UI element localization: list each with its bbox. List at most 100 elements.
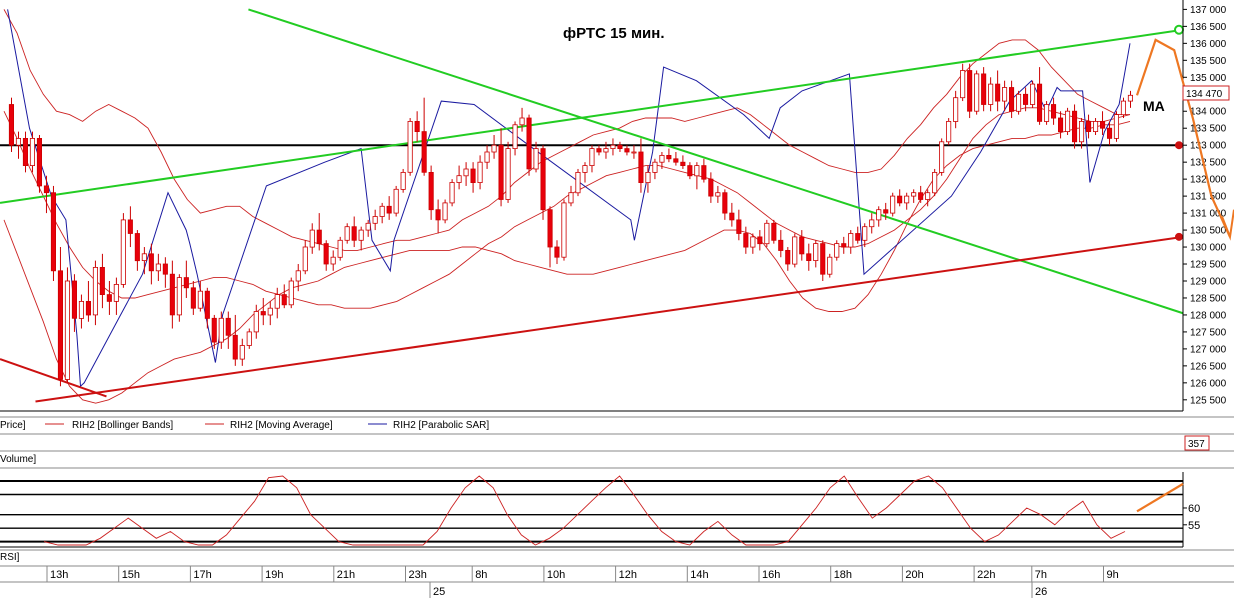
price-tick-label: 135 500	[1190, 56, 1227, 67]
legend-price: Price]	[0, 420, 26, 431]
price-tick-label: 131 500	[1190, 192, 1227, 203]
legend: Price] RIH2 [Bollinger Bands] RIH2 [Movi…	[0, 420, 489, 431]
chart-title: фРТС 15 мин.	[563, 25, 665, 42]
time-tick-label: 18h	[834, 569, 852, 581]
candle-bull	[407, 121, 413, 173]
time-tick-label: 21h	[337, 569, 355, 581]
candle-bull	[904, 195, 910, 204]
candle-bull	[379, 205, 385, 217]
candle-bear	[1107, 127, 1113, 139]
candle-bear	[897, 195, 903, 204]
price-tick-label: 127 500	[1190, 327, 1227, 338]
price-tick-label: 132 500	[1190, 158, 1227, 169]
candle-bear	[323, 243, 329, 265]
time-tick-label: 8h	[475, 569, 487, 581]
candle-bear	[1072, 110, 1078, 143]
rsi-line	[43, 475, 1126, 546]
candle-bull	[813, 243, 819, 262]
candle-bear	[995, 83, 1001, 102]
candle-bear	[1058, 117, 1064, 133]
candle-bull	[1002, 87, 1008, 102]
price-tick-label: 129 000	[1190, 276, 1227, 287]
candle-bull	[834, 243, 840, 258]
candle-bull	[491, 144, 497, 153]
time-tick-label: 15h	[122, 569, 140, 581]
candle-bull	[876, 209, 882, 221]
candle-bull	[155, 263, 161, 272]
price-tick-label: 130 500	[1190, 226, 1227, 237]
green-line-anchor	[1174, 24, 1184, 35]
candle-bull	[295, 270, 301, 282]
candle-bull	[960, 70, 966, 99]
candle-bull	[442, 202, 448, 221]
rsi-tick-label: 60	[1188, 503, 1200, 515]
date-tick-label: 26	[1035, 586, 1047, 598]
candle-bull	[631, 151, 637, 154]
candle-bull	[764, 222, 770, 245]
candle-bear	[134, 233, 140, 262]
rsi-forecast-arrow	[1136, 482, 1184, 513]
candle-bear	[722, 192, 728, 214]
candle-bull	[78, 300, 85, 319]
candle-bear	[526, 117, 532, 170]
candle-bull	[64, 280, 71, 380]
legend-ma: RIH2 [Moving Average]	[230, 420, 333, 431]
candle-bear	[43, 185, 49, 194]
time-tick-label: 22h	[977, 569, 995, 581]
last-price-label: 134 470	[1186, 89, 1223, 100]
price-tick-label: 130 000	[1190, 243, 1227, 254]
candle-bull	[344, 226, 350, 241]
candle-bear	[680, 161, 686, 166]
candle-bull	[267, 307, 273, 316]
candle-bear	[883, 209, 889, 214]
candle-bear	[225, 317, 231, 336]
time-tick-label: 17h	[193, 569, 211, 581]
candle-bear	[421, 131, 427, 173]
candle-bull	[365, 222, 371, 231]
candle-bear	[204, 290, 210, 319]
candle-bull	[1030, 83, 1036, 105]
candle-bear	[470, 168, 476, 184]
trend-lines	[0, 8, 1184, 403]
candle-bear	[806, 253, 812, 262]
legend-bollinger: RIH2 [Bollinger Bands]	[72, 420, 173, 431]
candle-bull	[29, 137, 35, 166]
price-tick-label: 133 000	[1190, 141, 1227, 152]
candle-bear	[127, 219, 133, 234]
candle-bear	[624, 148, 630, 153]
candle-bull	[1120, 100, 1127, 116]
candle-bull	[505, 148, 511, 200]
candle-bear	[435, 209, 441, 221]
candle-bear	[820, 243, 826, 275]
candle-bull	[561, 202, 567, 258]
candle-bear	[148, 253, 154, 272]
candle-bear	[414, 121, 420, 133]
candle-bear	[36, 137, 42, 187]
time-tick-label: 9h	[1107, 569, 1119, 581]
candle-bull	[582, 165, 588, 173]
candle-bull	[449, 182, 455, 204]
candle-bear	[554, 246, 560, 258]
candle-bull	[939, 141, 945, 173]
candle-bull	[848, 233, 854, 248]
candle-bull	[176, 277, 182, 316]
time-tick-label: 14h	[690, 569, 708, 581]
rsi-tick-label: 55	[1188, 520, 1200, 532]
legend-sar: RIH2 [Parabolic SAR]	[393, 420, 489, 431]
candle-bear	[428, 171, 434, 211]
rsi-panel-title: RSI]	[0, 552, 20, 563]
candle-bear	[386, 205, 392, 214]
candle-bull	[890, 195, 896, 214]
candle-bull	[603, 148, 609, 153]
candle-bear	[1009, 87, 1015, 112]
candle-bull	[869, 219, 875, 228]
candle-bull	[120, 219, 126, 285]
candle-bear	[57, 270, 63, 380]
candle-bull	[589, 148, 595, 167]
candle-bear	[1051, 104, 1057, 119]
candle-bull	[512, 124, 518, 150]
candle-bear	[1023, 93, 1029, 105]
price-tick-label: 136 500	[1190, 22, 1227, 33]
candle-bull	[974, 73, 980, 112]
date-tick-label: 25	[433, 586, 445, 598]
